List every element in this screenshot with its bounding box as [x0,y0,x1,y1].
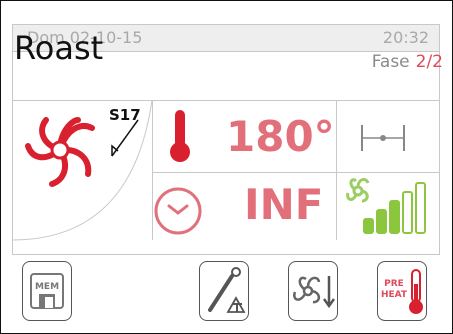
phase-label: Fase [371,52,410,72]
floppy-disk-icon: MEM [30,273,64,309]
timer-icon [154,187,202,235]
preheat-label-line2: HEAT [381,290,408,300]
fan-speed-bar [402,191,413,234]
fan-cooling-button[interactable] [288,261,338,321]
phase-value: 2/2 [415,52,443,72]
right-column-divider [336,100,337,240]
memory-button[interactable]: MEM [22,261,72,321]
preheat-label-line1: PRE [384,279,404,289]
temperature-value[interactable]: 180° [226,112,335,161]
row-divider [152,172,439,173]
core-probe-button[interactable] [199,261,249,321]
delta-t-icon[interactable] [360,123,406,153]
small-fan-icon [346,178,370,203]
phase-indicator: Fase 2/2 [372,52,443,72]
fan-speed-bar [363,218,374,234]
thermometer-icon [170,110,190,162]
time-label: 20:32 [382,28,429,47]
fan-speed-bar [389,200,400,234]
fan-icon[interactable] [20,110,100,190]
fan-cooling-icon [293,276,336,309]
timer-value[interactable]: INF [244,180,323,229]
memory-label: MEM [35,282,59,292]
core-probe-icon [208,267,246,313]
fan-speed-bar [415,182,426,234]
preheat-thermometer-icon: PRE HEAT [381,269,423,314]
fan-pointer-arrow [111,119,139,157]
preheat-button[interactable]: PRE HEAT [377,261,427,321]
program-title: Roast [14,29,104,67]
fan-speed-indicator[interactable] [344,175,434,235]
fan-speed-bar [376,209,387,234]
